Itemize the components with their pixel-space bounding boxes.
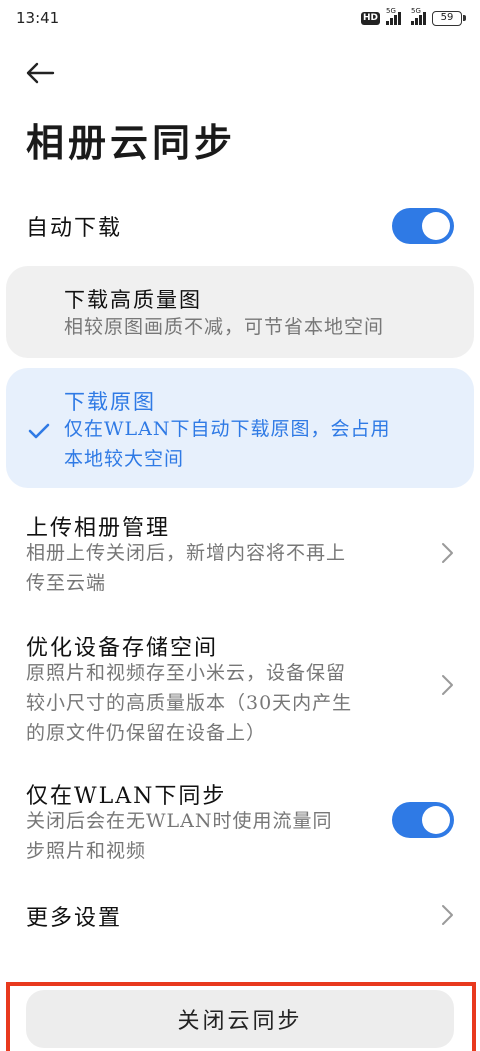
option-title: 下载高质量图 xyxy=(64,288,202,312)
more-settings-title: 更多设置 xyxy=(26,906,123,931)
wlan-only-subtitle-line1: 关闭后会在无WLAN时使用流量同 xyxy=(26,810,333,832)
option-subtitle: 相较原图画质不减，可节省本地空间 xyxy=(64,316,385,338)
upload-management-row[interactable]: 上传相册管理 相册上传关闭后，新增内容将不再上 传至云端 xyxy=(0,508,480,600)
arrow-left-icon xyxy=(26,62,55,84)
option-subtitle-line1: 仅在WLAN下自动下载原图，会占用 xyxy=(64,418,391,440)
auto-download-toggle[interactable] xyxy=(392,208,454,244)
upload-management-subtitle-line2: 传至云端 xyxy=(26,572,107,594)
more-settings-row[interactable]: 更多设置 xyxy=(0,894,480,938)
upload-management-subtitle-line1: 相册上传关闭后，新增内容将不再上 xyxy=(26,542,347,564)
chevron-right-icon xyxy=(442,905,453,925)
signal-icon: 5G xyxy=(386,7,401,25)
toggle-knob xyxy=(422,806,450,834)
chevron-right-icon xyxy=(442,675,453,695)
page-title: 相册云同步 xyxy=(26,120,237,165)
close-cloud-sync-button[interactable]: 关闭云同步 xyxy=(26,990,454,1048)
toggle-knob xyxy=(422,212,450,240)
battery-icon: 59 xyxy=(432,10,466,26)
optimize-storage-subtitle-line3: 的原文件仍保留在设备上） xyxy=(26,722,267,744)
option-title: 下载原图 xyxy=(64,390,156,414)
status-bar: 13:41 HD 5G 5G 59 xyxy=(0,0,480,36)
wlan-only-sync-row[interactable]: 仅在WLAN下同步 关闭后会在无WLAN时使用流量同 步照片和视频 xyxy=(0,776,480,868)
wlan-only-subtitle-line2: 步照片和视频 xyxy=(26,840,147,862)
chevron-right-icon xyxy=(442,543,453,563)
auto-download-row[interactable]: 自动下载 xyxy=(0,204,480,248)
auto-download-label: 自动下载 xyxy=(26,216,123,241)
option-subtitle-line2: 本地较大空间 xyxy=(64,448,185,470)
check-icon xyxy=(28,423,50,439)
status-icons: HD 5G 5G 59 xyxy=(360,7,466,26)
hd-badge: HD xyxy=(360,11,380,25)
optimize-storage-subtitle-line2: 较小尺寸的高质量版本（30天内产生 xyxy=(26,692,353,714)
back-button[interactable] xyxy=(22,58,58,88)
optimize-storage-row[interactable]: 优化设备存储空间 原照片和视频存至小米云，设备保留 较小尺寸的高质量版本（30天… xyxy=(0,628,480,750)
signal-icon-2: 5G xyxy=(411,7,426,25)
status-time: 13:41 xyxy=(16,9,60,27)
download-original-option[interactable]: 下载原图 仅在WLAN下自动下载原图，会占用 本地较大空间 xyxy=(6,368,474,488)
wlan-only-toggle[interactable] xyxy=(392,802,454,838)
download-high-quality-option[interactable]: 下载高质量图 相较原图画质不减，可节省本地空间 xyxy=(6,266,474,358)
optimize-storage-subtitle-line1: 原照片和视频存至小米云，设备保留 xyxy=(26,662,347,684)
